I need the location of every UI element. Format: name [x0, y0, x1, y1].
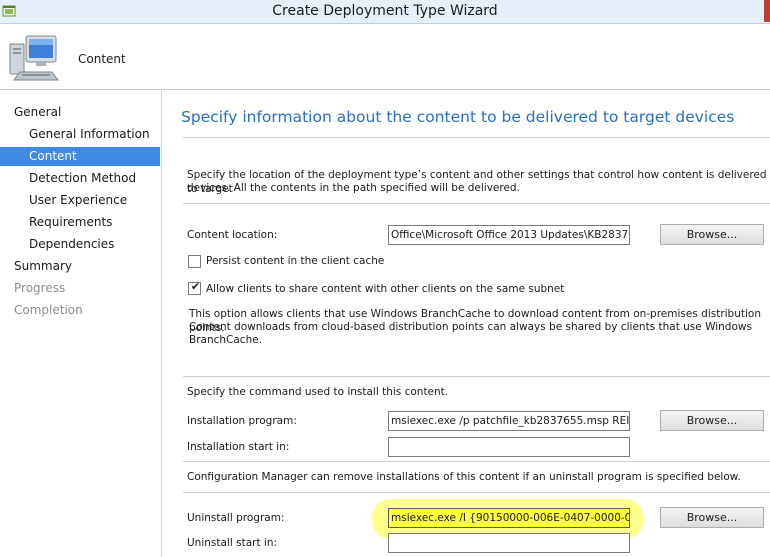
uninstall-start-in-label: Uninstall start in: — [187, 537, 278, 549]
uninstall-program-label: Uninstall program: — [187, 512, 285, 524]
wizard-header: Content — [0, 24, 770, 90]
header-page-label: Content — [78, 52, 126, 66]
allow-share-checkbox[interactable]: ✔ — [188, 280, 201, 295]
persist-cache-label: Persist content in the client cache — [206, 255, 385, 267]
divider — [183, 492, 770, 493]
allow-share-label: Allow clients to share content with othe… — [206, 283, 565, 295]
divider — [183, 461, 770, 462]
title-bar: Create Deployment Type Wizard — [0, 0, 770, 24]
nav-item-detection-method[interactable]: Detection Method — [0, 169, 160, 188]
persist-cache-checkbox[interactable] — [188, 255, 201, 268]
nav-item-dependencies[interactable]: Dependencies — [0, 235, 160, 254]
uninstall-start-in-input[interactable] — [388, 533, 630, 553]
installation-program-browse-button[interactable]: Browse... — [660, 410, 764, 431]
branchcache-note-line-2: Content downloads from cloud-based distr… — [189, 321, 752, 333]
installation-start-in-label: Installation start in: — [187, 441, 290, 453]
uninstall-program-browse-button[interactable]: Browse... — [660, 507, 764, 528]
nav-item-general[interactable]: General — [0, 103, 160, 122]
content-page: Specify information about the content to… — [163, 91, 770, 557]
checkmark-icon: ✔ — [190, 280, 201, 293]
install-command-intro: Specify the command used to install this… — [187, 386, 449, 398]
computer-icon — [9, 35, 59, 81]
content-location-label: Content location: — [187, 229, 278, 241]
content-location-input[interactable]: Office\Microsoft Office 2013 Updates\KB2… — [388, 225, 630, 245]
uninstall-program-input[interactable]: msiexec.exe /I {90150000-006E-0407-0000-… — [388, 508, 630, 528]
page-heading: Specify information about the content to… — [181, 108, 735, 126]
intro-text-line-2: devices. All the contents in the path sp… — [187, 182, 520, 194]
divider — [183, 203, 770, 204]
nav-item-requirements[interactable]: Requirements — [0, 213, 160, 232]
content-location-browse-button[interactable]: Browse... — [660, 224, 764, 245]
nav-item-general-information[interactable]: General Information — [0, 125, 160, 144]
wizard-navigation: General General Information Content Dete… — [0, 91, 162, 557]
nav-item-user-experience[interactable]: User Experience — [0, 191, 160, 210]
heading-divider — [183, 137, 770, 138]
close-button[interactable] — [764, 0, 770, 22]
uninstall-intro: Configuration Manager can remove install… — [187, 471, 741, 483]
installation-start-in-input[interactable] — [388, 437, 630, 457]
nav-item-progress: Progress — [14, 281, 66, 295]
installation-program-input[interactable]: msiexec.exe /p patchfile_kb2837655.msp R… — [388, 411, 630, 431]
nav-item-content[interactable]: Content — [0, 147, 160, 166]
nav-item-completion: Completion — [14, 303, 83, 317]
divider — [183, 376, 770, 377]
installation-program-label: Installation program: — [187, 415, 297, 427]
branchcache-note-line-3: BranchCache. — [189, 334, 263, 346]
nav-item-summary[interactable]: Summary — [0, 257, 160, 276]
window-title: Create Deployment Type Wizard — [272, 3, 498, 19]
